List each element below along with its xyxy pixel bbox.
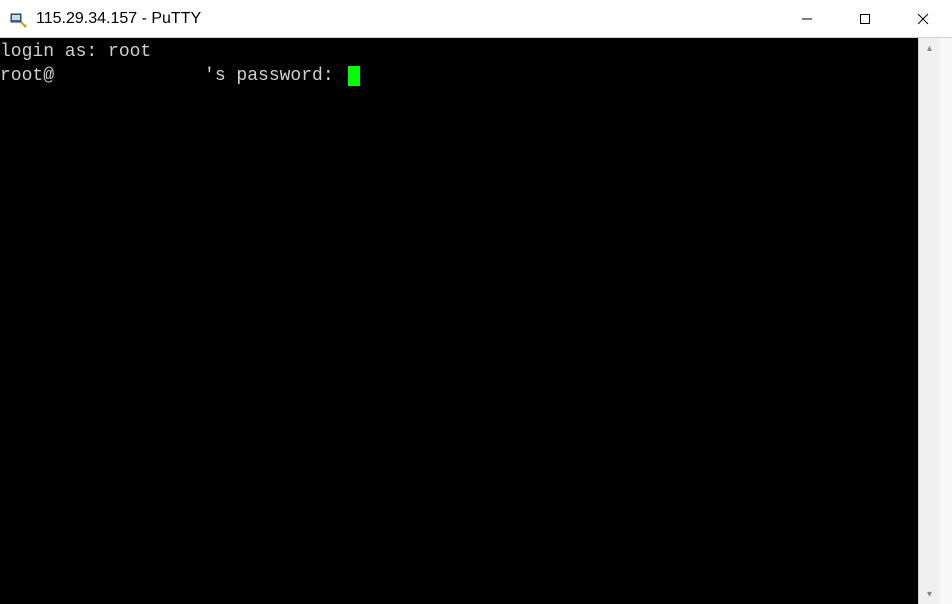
close-button[interactable] — [894, 0, 952, 37]
titlebar[interactable]: 115.29.34.157 - PuTTY — [0, 0, 952, 38]
right-edge-strip — [940, 38, 952, 604]
scrollbar-track[interactable] — [919, 58, 940, 584]
login-prompt: login as: — [0, 42, 108, 62]
minimize-button[interactable] — [778, 0, 836, 37]
terminal-cursor — [348, 66, 360, 86]
password-prompt: 's password: — [204, 66, 344, 86]
user-prefix: root@ — [0, 66, 54, 86]
redacted-host — [54, 66, 204, 84]
vertical-scrollbar[interactable]: ▴ ▾ — [918, 38, 940, 604]
window-controls — [778, 0, 952, 37]
window-body: login as: root root@ 's password: ▴ ▾ — [0, 38, 952, 604]
terminal[interactable]: login as: root root@ 's password: — [0, 38, 918, 604]
scrollbar-up-arrow[interactable]: ▴ — [919, 38, 940, 58]
login-user: root — [108, 42, 151, 62]
window-title: 115.29.34.157 - PuTTY — [36, 10, 778, 28]
maximize-button[interactable] — [836, 0, 894, 37]
terminal-line: root@ 's password: — [0, 64, 918, 88]
terminal-line: login as: root — [0, 40, 918, 64]
scrollbar-down-arrow[interactable]: ▾ — [919, 584, 940, 604]
putty-icon — [8, 9, 28, 29]
